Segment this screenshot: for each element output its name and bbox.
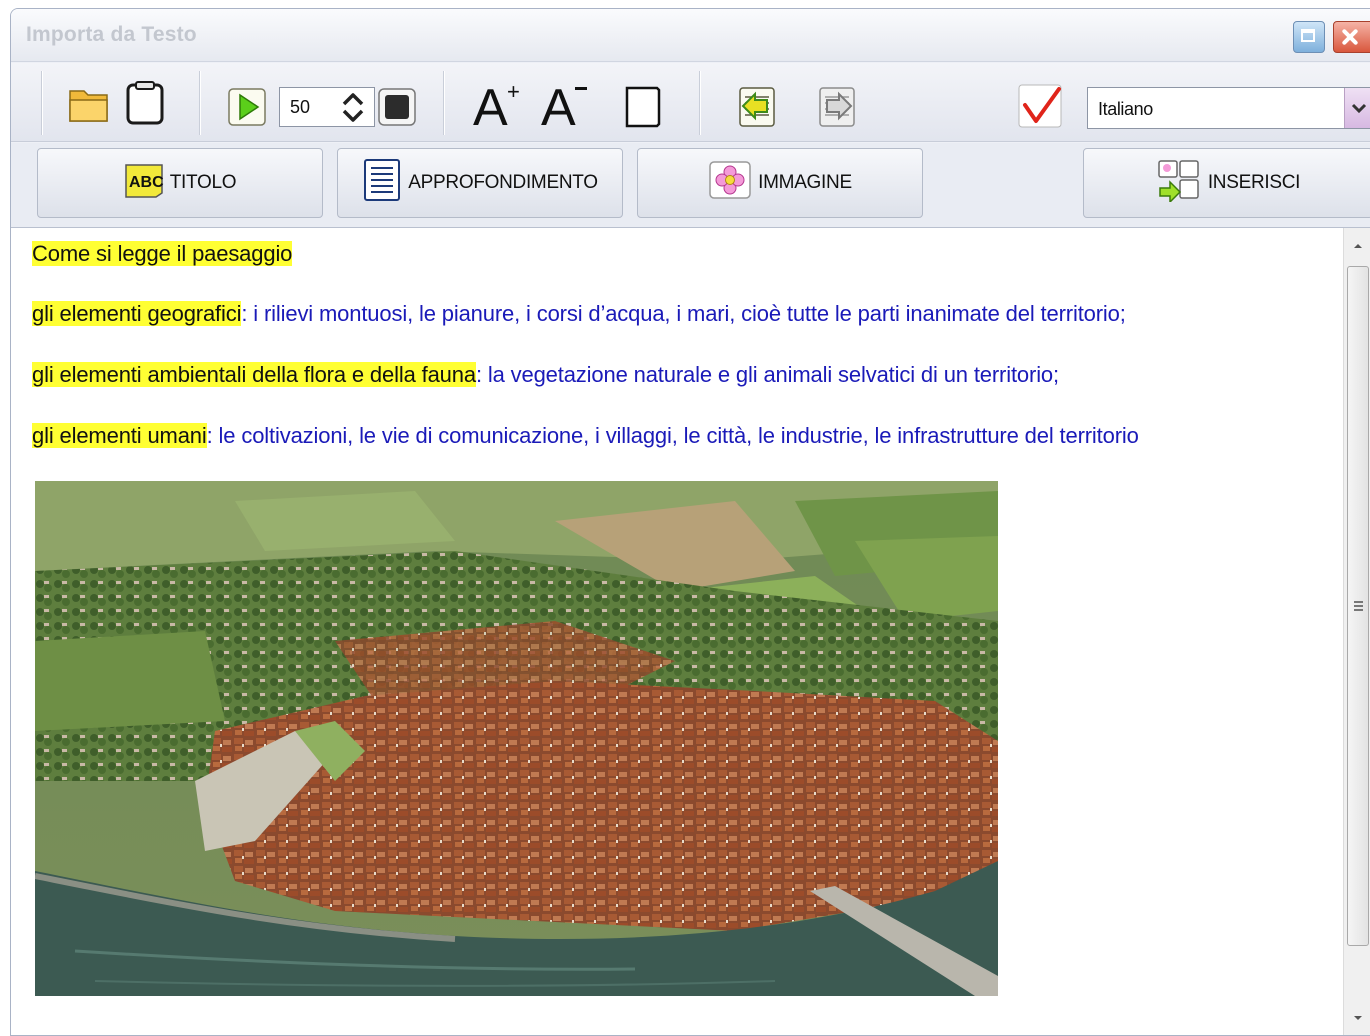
term-text: gli elementi geografici [32, 301, 242, 326]
toolbar-separator [443, 71, 444, 135]
term-text: gli elementi umani [32, 423, 207, 448]
chevron-down-icon[interactable] [1344, 88, 1370, 128]
approfondimento-label: APPROFONDIMENTO [408, 172, 598, 193]
maximize-button[interactable] [1293, 21, 1325, 53]
toolbar: 50 A + A Italiano [11, 63, 1370, 142]
svg-text:ABC: ABC [129, 174, 164, 191]
speed-value: 50 [290, 97, 311, 117]
abc-icon: ABC [124, 161, 164, 205]
description-text: i rilievi montuosi, le pianure, i corsi … [247, 301, 1126, 326]
toolbar-separator [41, 71, 42, 135]
action-bar: ABC TITOLO APPROFONDIMENTO IMMAGINE INSE… [11, 143, 1370, 228]
landscape-photo [35, 481, 998, 996]
flower-image-icon [708, 160, 752, 206]
import-arrow-icon[interactable] [737, 85, 777, 134]
content-heading: Come si legge il paesaggio [32, 241, 292, 267]
svg-text:+: + [507, 79, 520, 104]
inserisci-button[interactable]: INSERISCI [1083, 148, 1370, 218]
grip-line [1354, 609, 1363, 611]
language-select[interactable]: Italiano [1087, 87, 1370, 129]
scrollbar-thumb[interactable] [1347, 266, 1369, 946]
paste-icon[interactable] [123, 81, 167, 132]
text-editor[interactable]: Come si legge il paesaggio gli elementi … [11, 228, 1343, 1035]
list-item: gli elementi geografici: i rilievi montu… [32, 301, 1126, 327]
spinner-arrows-icon[interactable] [338, 90, 368, 124]
svg-text:A: A [541, 79, 576, 131]
document-lines-icon [362, 158, 402, 208]
immagine-label: IMMAGINE [758, 172, 852, 193]
heading-text: Come si legge il paesaggio [32, 241, 293, 266]
font-decrease-icon[interactable]: A [541, 75, 591, 137]
toolbar-separator [199, 71, 200, 135]
approfondimento-button[interactable]: APPROFONDIMENTO [337, 148, 623, 218]
stop-icon[interactable] [377, 87, 417, 132]
speed-stepper[interactable]: 50 [279, 87, 375, 127]
list-item: gli elementi umani: le coltivazioni, le … [32, 423, 1139, 449]
description-text: la vegetazione naturale e gli animali se… [481, 362, 1059, 387]
immagine-button[interactable]: IMMAGINE [637, 148, 923, 218]
font-increase-icon[interactable]: A + [473, 75, 523, 137]
scroll-down-icon[interactable] [1352, 1010, 1364, 1028]
scroll-up-icon[interactable] [1352, 238, 1364, 256]
svg-text:A: A [473, 79, 508, 131]
toolbar-separator [699, 71, 700, 135]
title-bar: Importa da Testo [11, 9, 1370, 62]
grip-line [1354, 605, 1363, 607]
play-icon[interactable] [227, 87, 267, 132]
open-folder-icon[interactable] [67, 83, 111, 130]
import-window: Importa da Testo 50 A + A Italiano ABC T… [10, 8, 1370, 1036]
blank-page-icon[interactable] [623, 85, 663, 134]
description-text: le coltivazioni, le vie di comunicazione… [212, 423, 1139, 448]
language-selected-value: Italiano [1098, 99, 1153, 119]
term-text: gli elementi ambientali della flora e de… [32, 362, 476, 387]
spellcheck-icon[interactable] [1017, 83, 1063, 134]
insert-icon [1156, 158, 1202, 208]
vertical-scrollbar[interactable] [1343, 228, 1370, 1035]
grip-line [1354, 601, 1363, 603]
list-item: gli elementi ambientali della flora e de… [32, 362, 1059, 388]
window-title: Importa da Testo [26, 23, 197, 46]
titolo-button[interactable]: ABC TITOLO [37, 148, 323, 218]
close-button[interactable] [1333, 21, 1370, 53]
export-arrow-icon[interactable] [817, 85, 857, 134]
inserisci-label: INSERISCI [1207, 172, 1301, 193]
titolo-label: TITOLO [169, 172, 237, 193]
